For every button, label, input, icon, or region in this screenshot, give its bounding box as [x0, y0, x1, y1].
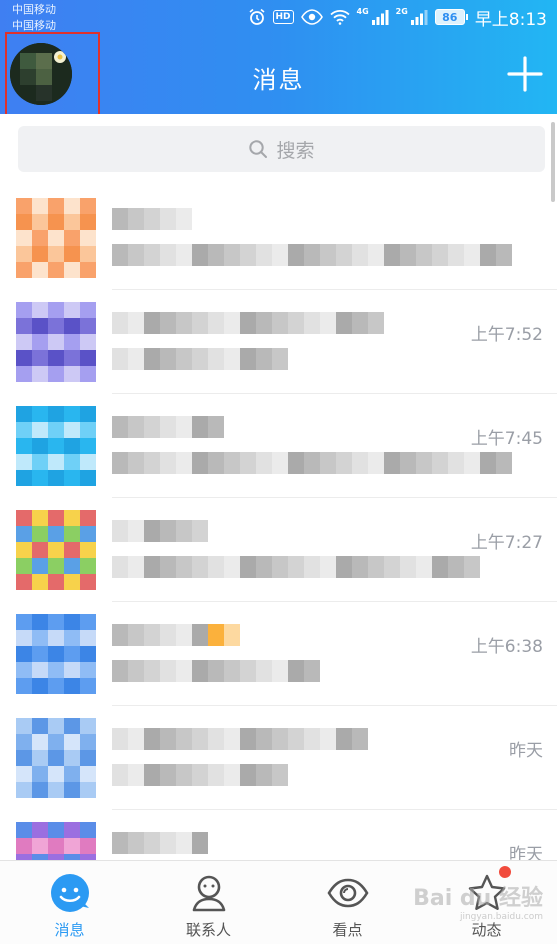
bottom-tab-bar: 消息 联系人 看点 动态 Bai du 经验 jingyan.baidu.com — [0, 860, 557, 944]
tab-label: 消息 — [54, 921, 85, 939]
contact-avatar — [16, 198, 96, 278]
notification-badge — [499, 866, 511, 878]
battery-level: 86 — [434, 9, 465, 25]
contact-name-blurred — [112, 416, 224, 438]
message-row[interactable]: 上午6:38 — [0, 602, 557, 706]
contact-name-blurred — [112, 728, 368, 750]
contact-name-blurred — [112, 208, 192, 230]
contact-avatar — [16, 510, 96, 590]
message-time: 上午7:27 — [470, 533, 543, 553]
message-list: 上午7:52 上午7:45 上午7:27 上午6:38 昨天 昨天 — [0, 186, 557, 914]
status-icons: HD 4G 2G 86 早上8:13 — [248, 6, 547, 30]
network-type-label: 2G — [395, 6, 408, 16]
message-time: 上午6:38 — [470, 637, 543, 657]
alarm-icon — [248, 8, 266, 26]
contacts-icon — [187, 871, 231, 915]
network-type-label: 4G — [356, 6, 369, 16]
plus-icon — [507, 56, 543, 92]
signal-icon — [410, 9, 428, 25]
message-preview-blurred — [112, 348, 288, 370]
add-button[interactable] — [505, 54, 545, 94]
message-preview-blurred — [112, 660, 320, 682]
message-row[interactable]: 上午7:27 — [0, 498, 557, 602]
message-row[interactable]: 上午7:52 — [0, 290, 557, 394]
watermark-url: jingyan.baidu.com — [459, 912, 543, 922]
watermark-text: Bai du 经验 — [413, 886, 543, 911]
contact-avatar — [16, 406, 96, 486]
contact-name-blurred — [112, 832, 208, 854]
contact-avatar — [16, 718, 96, 798]
message-time: 昨天 — [509, 741, 543, 761]
chat-bubble-icon — [48, 871, 92, 915]
search-bar[interactable]: 搜索 — [18, 126, 545, 172]
contact-avatar — [16, 614, 96, 694]
wifi-icon — [329, 9, 350, 25]
app-header: 消息 — [0, 32, 557, 120]
eye-icon — [326, 871, 370, 915]
contact-name-blurred — [112, 520, 208, 542]
page-title: 消息 — [252, 66, 305, 94]
message-row[interactable]: 昨天 — [0, 706, 557, 810]
tab-label: 联系人 — [185, 921, 231, 939]
battery-icon: 86 — [434, 9, 468, 25]
eye-comfort-icon — [300, 9, 323, 25]
message-preview-blurred — [112, 764, 288, 786]
message-preview-blurred — [112, 244, 512, 266]
message-row[interactable] — [0, 186, 557, 290]
message-row[interactable]: 上午7:45 — [0, 394, 557, 498]
message-preview-blurred — [112, 452, 512, 474]
message-time: 上午7:52 — [470, 325, 543, 345]
signal-icon — [371, 9, 389, 25]
search-icon — [249, 140, 268, 158]
tab-contacts[interactable]: 联系人 — [139, 861, 278, 944]
contact-avatar — [16, 302, 96, 382]
tab-label: 看点 — [332, 921, 363, 939]
hd-icon: HD — [272, 10, 294, 24]
contact-name-blurred — [112, 312, 384, 334]
status-clock: 早上8:13 — [474, 9, 547, 30]
search-area: 搜索 — [0, 114, 557, 186]
contact-name-blurred — [112, 624, 240, 646]
watermark-logo: Bai du 经验 jingyan.baidu.com — [413, 880, 543, 922]
status-bar: 中国移动 中国移动 HD 4G 2G 86 早上8:13 — [0, 0, 557, 36]
message-time: 上午7:45 — [470, 429, 543, 449]
tab-discover[interactable]: 看点 — [278, 861, 417, 944]
message-preview-blurred — [112, 556, 480, 578]
tab-messages[interactable]: 消息 — [0, 861, 139, 944]
tab-label: 动态 — [471, 921, 502, 939]
carrier-label: 中国移动 — [12, 19, 56, 32]
search-placeholder: 搜索 — [276, 139, 315, 162]
carrier-label: 中国移动 — [12, 3, 56, 16]
